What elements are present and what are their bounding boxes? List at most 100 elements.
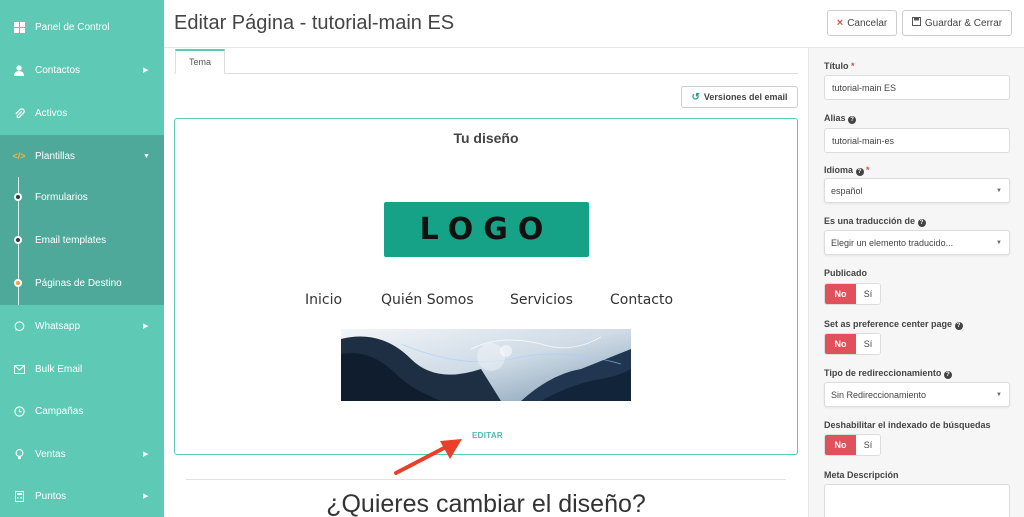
sidebar-item-plantillas[interactable]: </> Plantillas ▼ — [0, 135, 164, 177]
translation-select[interactable]: Elegir un elemento traducido... ▼ — [824, 230, 1010, 255]
toggle-no-option[interactable]: No — [825, 284, 856, 304]
dropdown-arrow-icon: ▼ — [996, 187, 1002, 194]
sidebar-subitem-email-templates[interactable]: Email templates — [0, 220, 164, 262]
history-icon: ↺ — [691, 91, 700, 103]
required-mark: * — [866, 165, 870, 175]
alias-label: Alias ? — [824, 113, 857, 124]
title-label: Título * — [824, 61, 855, 71]
translation-label-text: Es una traducción de — [824, 216, 916, 226]
sidebar-subitem-formularios[interactable]: Formularios — [0, 177, 164, 219]
redirect-type-select[interactable]: Sin Redireccionamiento ▼ — [824, 382, 1010, 407]
template-menu-item: Contacto — [610, 292, 674, 308]
help-icon[interactable]: ? — [855, 168, 864, 176]
section-divider — [186, 479, 786, 480]
help-icon[interactable]: ? — [954, 322, 963, 330]
sidebar-item-ventas[interactable]: Ventas ▶ — [0, 433, 164, 475]
dashboard-icon — [13, 21, 25, 33]
template-hero-image — [341, 329, 631, 401]
sidebar-item-label: Plantillas — [35, 150, 76, 162]
sidebar-subitem-paginas-de-destino[interactable]: Páginas de Destino — [0, 263, 164, 305]
preference-label-text: Set as preference center page — [824, 319, 953, 329]
toggle-yes-option[interactable]: Sí — [856, 284, 880, 304]
help-icon[interactable]: ? — [917, 219, 926, 227]
sidebar-item-label: Bulk Email — [35, 363, 83, 375]
sidebar-item-campanas[interactable]: Campañas — [0, 390, 164, 432]
title-input[interactable]: tutorial-main ES — [824, 75, 1010, 100]
dropdown-arrow-icon: ▼ — [996, 391, 1002, 398]
chevron-right-icon: ▶ — [143, 67, 149, 74]
email-versions-button[interactable]: ↺ Versiones del email — [681, 86, 798, 108]
help-icon[interactable]: ? — [943, 371, 952, 379]
save-icon — [911, 17, 921, 29]
lightbulb-icon — [13, 448, 25, 460]
save-and-close-button[interactable]: Guardar & Cerrar — [902, 10, 1012, 36]
alias-input[interactable]: tutorial-main-es — [824, 128, 1010, 153]
calculator-icon — [13, 490, 25, 502]
preference-center-toggle[interactable]: No Sí — [824, 333, 881, 355]
language-label: Idioma ? * — [824, 165, 870, 176]
disable-indexing-label: Deshabilitar el indexado de búsquedas — [824, 420, 991, 430]
paperclip-icon — [13, 107, 25, 119]
redirect-type-label: Tipo de redireccionamiento ? — [824, 368, 952, 379]
language-select[interactable]: español ▼ — [824, 178, 1010, 203]
tab-tema[interactable]: Tema — [175, 49, 225, 74]
edit-design-link[interactable]: EDITAR — [472, 431, 503, 440]
sidebar-subitem-label: Email templates — [35, 235, 107, 246]
preference-center-label: Set as preference center page ? — [824, 319, 963, 330]
sidebar-subitem-label: Páginas de Destino — [35, 278, 122, 289]
design-preview — [174, 118, 798, 455]
sidebar-submenu: Formularios Email templates Páginas de D… — [0, 177, 164, 305]
sidebar-item-label: Panel de Control — [35, 21, 110, 33]
red-arrow-annotation — [394, 439, 462, 475]
chevron-right-icon: ▶ — [143, 493, 149, 500]
close-icon: × — [836, 17, 844, 29]
chevron-right-icon: ▶ — [143, 451, 149, 458]
design-title: Tu diseño — [453, 130, 519, 146]
versions-button-label: Versiones del email — [703, 92, 788, 102]
cancel-button[interactable]: × Cancelar — [827, 10, 897, 36]
toggle-no-option[interactable]: No — [825, 435, 856, 455]
sidebar-item-puntos[interactable]: Puntos ▶ — [0, 475, 164, 517]
alias-label-text: Alias — [824, 113, 846, 123]
meta-description-textarea[interactable] — [824, 484, 1010, 517]
change-design-heading: ¿Quieres cambiar el diseño? — [326, 490, 646, 517]
sidebar-item-whatsapp[interactable]: Whatsapp ▶ — [0, 305, 164, 347]
help-icon[interactable]: ? — [848, 116, 857, 124]
chevron-down-icon: ▼ — [143, 152, 150, 160]
whatsapp-icon — [13, 320, 25, 332]
code-icon: </> — [12, 151, 26, 161]
cancel-button-label: Cancelar — [847, 17, 888, 29]
user-icon — [13, 64, 25, 76]
sidebar-item-bulk-email[interactable]: Bulk Email — [0, 348, 164, 390]
active-bullet-icon — [14, 279, 22, 287]
translation-select-value: Elegir un elemento traducido... — [831, 237, 954, 248]
clock-icon — [13, 405, 25, 417]
sidebar-item-label: Contactos — [35, 64, 81, 76]
sidebar-item-label: Whatsapp — [35, 320, 81, 332]
translation-label: Es una traducción de ? — [824, 216, 926, 227]
sidebar-item-activos[interactable]: Activos — [0, 92, 164, 134]
disable-indexing-toggle[interactable]: No Sí — [824, 434, 881, 456]
published-toggle[interactable]: No Sí — [824, 283, 881, 305]
toggle-yes-option[interactable]: Sí — [856, 334, 880, 354]
tab-bar — [174, 73, 798, 74]
sidebar-subitem-label: Formularios — [35, 192, 88, 203]
sidebar-item-panel-de-control[interactable]: Panel de Control — [0, 6, 164, 48]
language-label-text: Idioma — [824, 165, 854, 175]
template-menu-item: Inicio — [305, 292, 343, 308]
sidebar-item-label: Activos — [35, 107, 68, 119]
chevron-right-icon: ▶ — [143, 323, 149, 330]
redirect-label-text: Tipo de redireccionamiento — [824, 368, 942, 378]
redirect-select-value: Sin Redireccionamiento — [831, 389, 927, 400]
sidebar: Panel de Control Contactos ▶ Activos </>… — [0, 0, 164, 517]
title-label-text: Título — [824, 61, 849, 71]
template-menu-item: Quién Somos — [381, 292, 474, 308]
toggle-no-option[interactable]: No — [825, 334, 856, 354]
language-select-value: español — [831, 185, 863, 196]
required-mark: * — [851, 61, 855, 71]
sidebar-item-contactos[interactable]: Contactos ▶ — [0, 49, 164, 91]
page-title: Editar Página - tutorial-main ES — [174, 12, 455, 34]
dropdown-arrow-icon: ▼ — [996, 239, 1002, 246]
toggle-yes-option[interactable]: Sí — [856, 435, 880, 455]
save-button-label: Guardar & Cerrar — [924, 17, 1003, 29]
